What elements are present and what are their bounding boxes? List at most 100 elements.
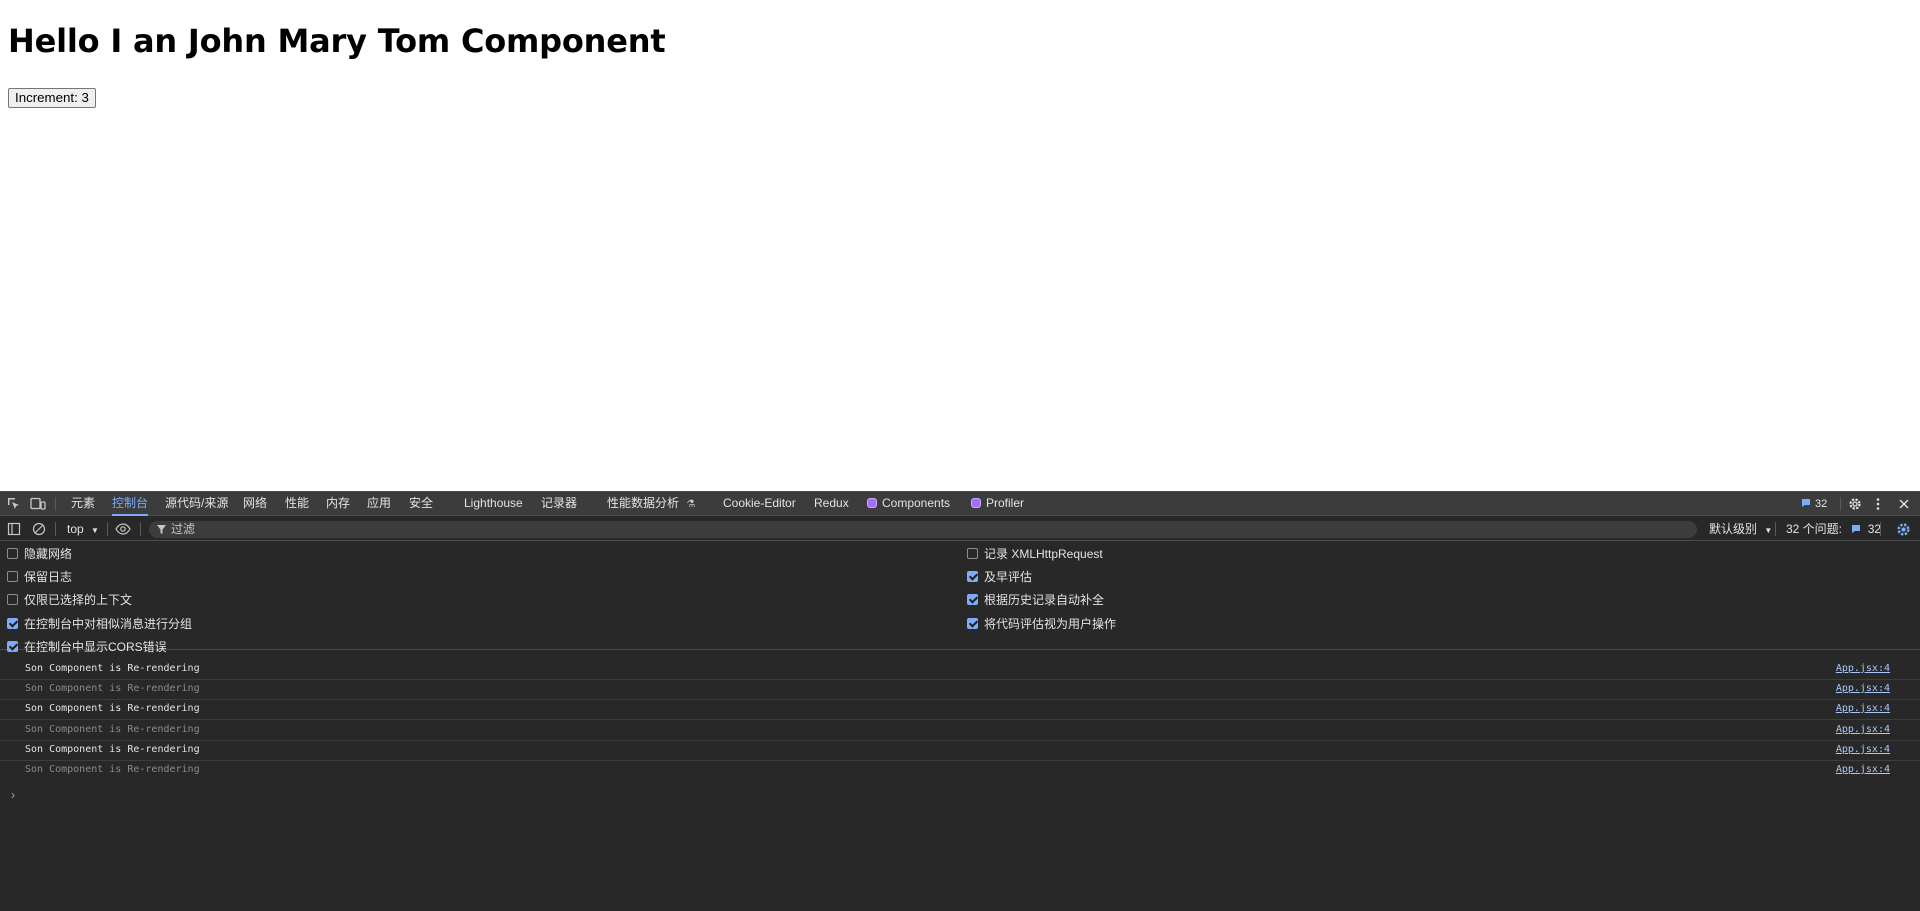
toolbar-divider <box>1880 522 1881 536</box>
device-toolbar-icon[interactable] <box>30 496 46 512</box>
setting-eager-evaluation[interactable]: 及早评估 <box>967 569 1032 585</box>
tab-elements[interactable]: 元素 <box>71 492 95 516</box>
setting-label: 仅限已选择的上下文 <box>24 593 133 607</box>
checkbox[interactable] <box>7 571 18 582</box>
console-message-text: Son Component is Re-rendering <box>25 744 200 755</box>
console-settings-pane: 隐藏网络 保留日志 仅限已选择的上下文 在控制台中对相似消息进行分组 在控制台中… <box>0 542 1920 654</box>
checkbox[interactable] <box>967 594 978 605</box>
close-icon[interactable] <box>1898 496 1910 512</box>
log-level-value: 默认级别 <box>1709 522 1758 536</box>
tab-cookie-editor[interactable]: Cookie-Editor <box>723 492 796 516</box>
console-message-row: Son Component is Re-rendering App.jsx:4 <box>0 700 1920 720</box>
source-link[interactable]: App.jsx:4 <box>1836 703 1890 714</box>
messages-indicator[interactable]: 32 <box>1801 496 1827 512</box>
tab-profiler-label: Profiler <box>986 496 1025 510</box>
console-toolbar: top ▼ 过滤 默认级别 ▼ 32 个问题: 32 <box>0 517 1920 541</box>
context-selector-value: top <box>67 522 84 536</box>
tab-network[interactable]: 网络 <box>243 492 267 516</box>
clear-console-icon[interactable] <box>31 521 47 537</box>
tab-profiler[interactable]: Profiler <box>971 492 1024 516</box>
console-message-text: Son Component is Re-rendering <box>25 703 200 714</box>
page-viewport: Hello I an John Mary Tom Component Incre… <box>0 0 1920 491</box>
checkbox[interactable] <box>7 594 18 605</box>
toolbar-divider <box>107 522 108 536</box>
filter-funnel-icon <box>157 521 166 540</box>
tab-lighthouse[interactable]: Lighthouse <box>464 492 523 516</box>
console-prompt[interactable]: › <box>11 788 15 802</box>
source-link[interactable]: App.jsx:4 <box>1836 663 1890 674</box>
setting-show-cors-errors[interactable]: 在控制台中显示CORS错误 <box>7 639 167 655</box>
page-heading: Hello I an John Mary Tom Component <box>8 22 666 60</box>
filter-input[interactable]: 过滤 <box>149 521 1697 538</box>
tab-sources[interactable]: 源代码/来源 <box>165 492 228 516</box>
sidebar-toggle-icon[interactable] <box>6 521 22 537</box>
console-message-row: Son Component is Re-rendering App.jsx:4 <box>0 721 1920 741</box>
tab-performance-insights-label: 性能数据分析 <box>607 496 680 510</box>
settings-gear-icon[interactable] <box>1848 496 1862 512</box>
devtools-tabbar: 元素 控制台 源代码/来源 网络 性能 内存 应用 安全 Lighthouse … <box>0 492 1920 516</box>
inspect-element-icon[interactable] <box>6 496 22 512</box>
checkbox[interactable] <box>967 548 978 559</box>
checkbox[interactable] <box>7 641 18 652</box>
toolbar-divider <box>1840 497 1841 511</box>
console-message-text: Son Component is Re-rendering <box>25 724 200 735</box>
source-link[interactable]: App.jsx:4 <box>1836 764 1890 775</box>
tab-performance-insights[interactable]: 性能数据分析 ⚗ <box>607 492 695 516</box>
tab-components-label: Components <box>882 496 951 510</box>
setting-hide-network[interactable]: 隐藏网络 <box>7 546 72 562</box>
message-icon <box>1801 498 1811 511</box>
react-extension-icon <box>971 498 981 508</box>
setting-label: 将代码评估视为用户操作 <box>984 617 1117 631</box>
filter-placeholder: 过滤 <box>171 522 196 536</box>
log-level-dropdown[interactable]: 默认级别 ▼ <box>1709 521 1772 539</box>
tab-redux[interactable]: Redux <box>814 492 849 516</box>
toolbar-divider <box>55 497 56 511</box>
console-message-row: Son Component is Re-rendering App.jsx:4 <box>0 680 1920 700</box>
issues-counter[interactable]: 32 个问题: 32 <box>1786 521 1881 537</box>
caret-down-icon: ▼ <box>91 526 99 535</box>
increment-button[interactable]: Increment: 3 <box>8 88 96 108</box>
source-link[interactable]: App.jsx:4 <box>1836 744 1890 755</box>
message-count: 32 <box>1815 498 1828 510</box>
console-message-text: Son Component is Re-rendering <box>25 663 200 674</box>
tab-performance[interactable]: 性能 <box>285 492 309 516</box>
console-message-text: Son Component is Re-rendering <box>25 764 200 775</box>
live-expression-eye-icon[interactable] <box>115 521 131 537</box>
setting-label: 保留日志 <box>24 570 73 584</box>
tab-components[interactable]: Components <box>867 492 950 516</box>
setting-treat-eval-as-user-action[interactable]: 将代码评估视为用户操作 <box>967 616 1116 632</box>
setting-group-similar[interactable]: 在控制台中对相似消息进行分组 <box>7 616 192 632</box>
checkbox[interactable] <box>967 618 978 629</box>
source-link[interactable]: App.jsx:4 <box>1836 724 1890 735</box>
setting-label: 在控制台中对相似消息进行分组 <box>24 617 193 631</box>
react-extension-icon <box>867 498 877 508</box>
tab-memory[interactable]: 内存 <box>326 492 350 516</box>
setting-autocomplete-history[interactable]: 根据历史记录自动补全 <box>967 592 1104 608</box>
setting-log-xmlhttprequest[interactable]: 记录 XMLHttpRequest <box>967 546 1103 562</box>
tab-security[interactable]: 安全 <box>409 492 433 516</box>
setting-selected-context-only[interactable]: 仅限已选择的上下文 <box>7 592 132 608</box>
setting-label: 记录 XMLHttpRequest <box>984 547 1103 561</box>
flask-icon: ⚗ <box>686 499 696 510</box>
toolbar-divider <box>1775 522 1776 536</box>
console-message-row: Son Component is Re-rendering App.jsx:4 <box>0 660 1920 680</box>
tab-recorder[interactable]: 记录器 <box>541 492 577 516</box>
toolbar-divider <box>55 522 56 536</box>
console-settings-gear-icon[interactable] <box>1895 521 1911 537</box>
devtools-panel: 元素 控制台 源代码/来源 网络 性能 内存 应用 安全 Lighthouse … <box>0 491 1920 911</box>
more-options-icon[interactable] <box>1876 496 1880 512</box>
setting-label: 隐藏网络 <box>24 547 73 561</box>
checkbox[interactable] <box>7 618 18 629</box>
source-link[interactable]: App.jsx:4 <box>1836 683 1890 694</box>
console-message-row: Son Component is Re-rendering App.jsx:4 <box>0 761 1920 781</box>
checkbox[interactable] <box>967 571 978 582</box>
tab-console[interactable]: 控制台 <box>112 492 149 516</box>
context-selector[interactable]: top ▼ <box>67 521 99 537</box>
setting-label: 根据历史记录自动补全 <box>984 593 1105 607</box>
setting-preserve-log[interactable]: 保留日志 <box>7 569 72 585</box>
issues-label: 32 个问题: <box>1786 522 1843 536</box>
tab-application[interactable]: 应用 <box>367 492 391 516</box>
checkbox[interactable] <box>7 548 18 559</box>
setting-label: 在控制台中显示CORS错误 <box>24 640 167 654</box>
console-message-text: Son Component is Re-rendering <box>25 683 200 694</box>
